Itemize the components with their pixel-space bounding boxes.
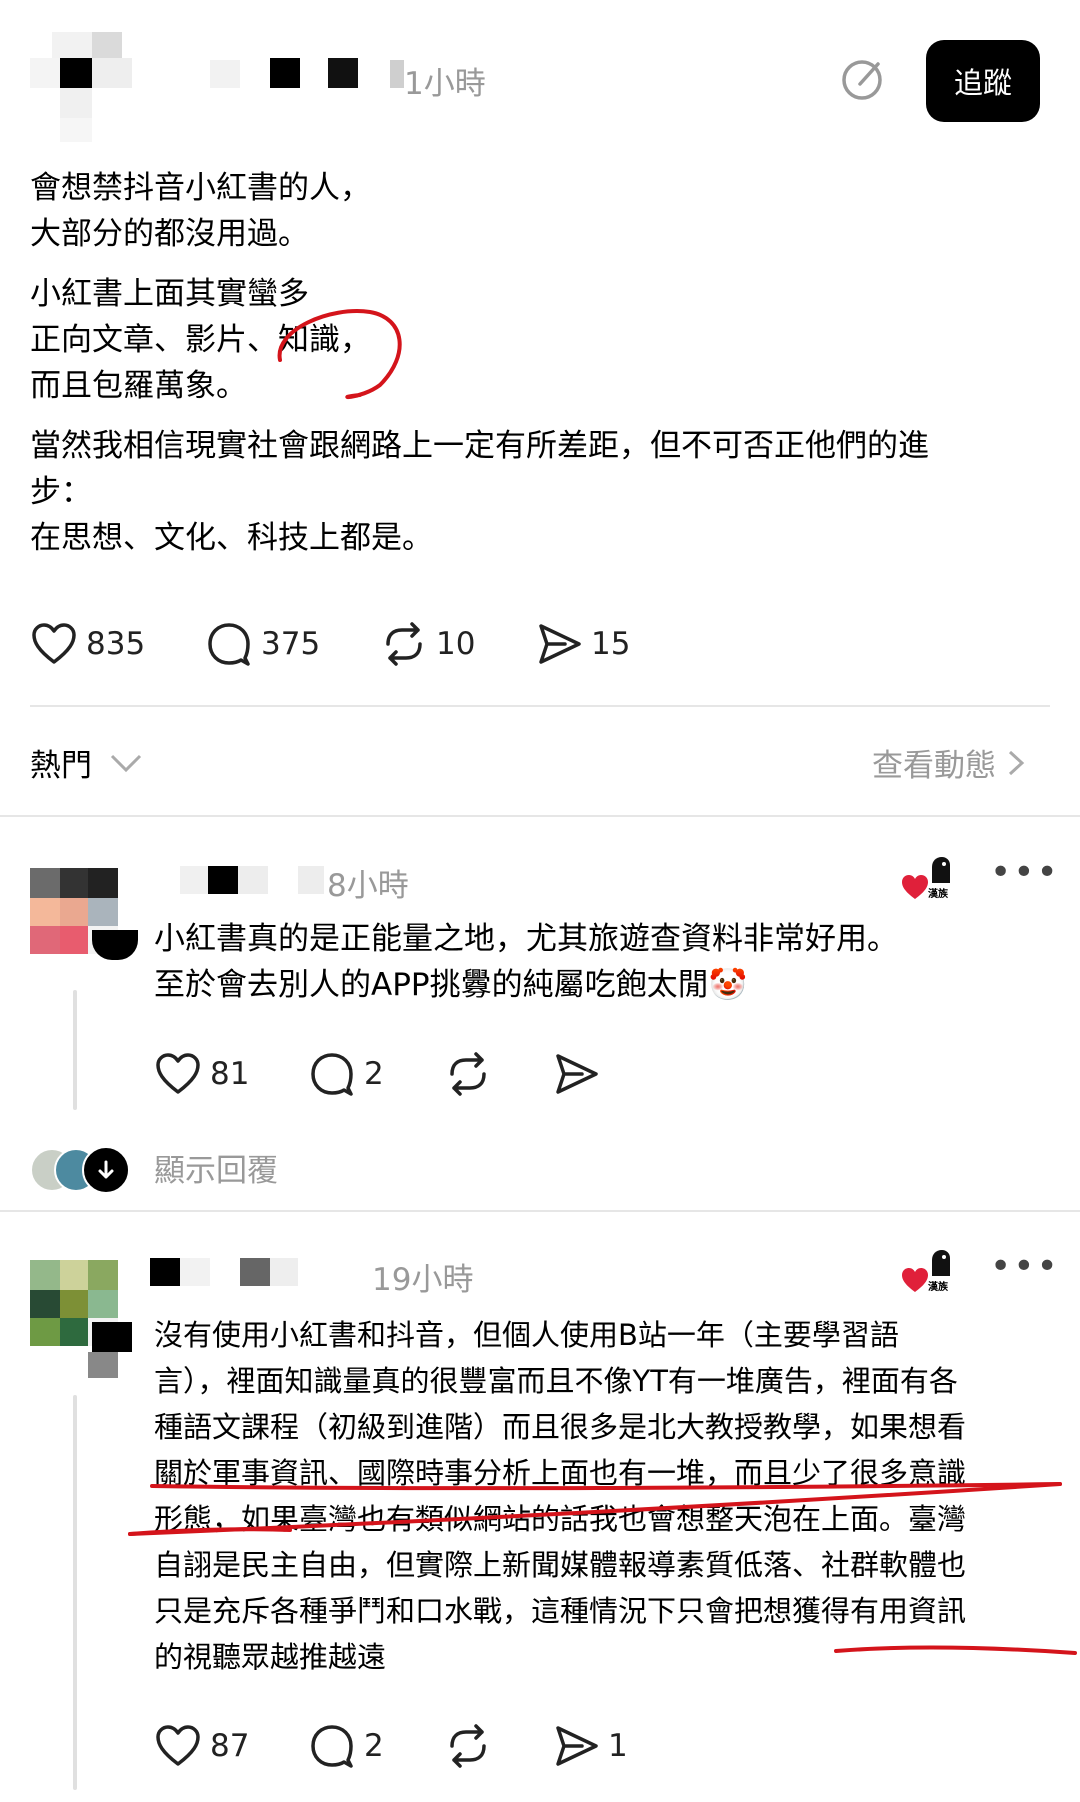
text-line: 言），裡面知識量真的很豐富而且不像YT有一堆廣告，裡面有各 — [154, 1364, 958, 1398]
show-replies-label: 顯示回覆 — [154, 1153, 278, 1189]
view-activity-label: 查看動態 — [872, 748, 996, 784]
reply1-like-action[interactable]: 81 — [154, 1050, 249, 1098]
reply-avatar-stack — [30, 1145, 130, 1194]
text-line: 小紅書真的是正能量之地，尤其旅遊查資料非常好用。 — [154, 921, 898, 957]
text-line: 而且包羅萬象。 — [30, 368, 247, 404]
edit-icon[interactable] — [840, 56, 886, 102]
main-post-avatar[interactable] — [30, 32, 150, 142]
text-line: 大部分的都沒用過。 — [30, 216, 309, 252]
sort-dropdown[interactable]: 熱門 — [30, 740, 146, 785]
reply1-share-action[interactable] — [552, 1050, 600, 1098]
comment-icon — [208, 623, 250, 666]
heart-icon — [156, 1053, 200, 1094]
like-count: 87 — [210, 1728, 250, 1764]
comment-count: 2 — [364, 1728, 384, 1764]
reply1-repost-action[interactable] — [444, 1050, 492, 1098]
repost-action[interactable]: 10 — [380, 620, 475, 668]
section-divider — [0, 815, 1080, 817]
like-count: 81 — [210, 1056, 250, 1092]
text-line: 步： — [30, 474, 92, 510]
follow-button[interactable]: 追蹤 — [926, 40, 1040, 122]
share-count: 15 — [591, 626, 631, 662]
reply1-body: 小紅書真的是正能量之地，尤其旅遊查資料非常好用。 至於會去別人的APP挑釁的純屬… — [154, 916, 1054, 1008]
reply2-more-button[interactable]: ••• — [990, 1246, 1060, 1287]
reply2-username[interactable] — [150, 1258, 300, 1288]
reply1-more-button[interactable]: ••• — [990, 852, 1060, 893]
comment-count: 2 — [364, 1056, 384, 1092]
mascot-icon — [932, 857, 950, 883]
reply2-share-action[interactable]: 1 — [552, 1722, 628, 1770]
section-divider — [0, 1210, 1080, 1212]
reply1-time: 8小時 — [327, 868, 409, 904]
view-activity-link[interactable]: 查看動態 — [872, 740, 1030, 785]
divider — [30, 705, 1050, 707]
mascot-icon — [932, 1250, 950, 1276]
share-action[interactable]: 15 — [535, 620, 630, 668]
reply2-like-action[interactable]: 87 — [154, 1722, 249, 1770]
comment-count: 375 — [261, 626, 321, 662]
repost-icon — [450, 1724, 486, 1768]
main-post-body: 會想禁抖音小紅書的人， 大部分的都沒用過。 小紅書上面其實蠻多 正向文章、影片、… — [30, 165, 1050, 561]
text-line: 只是充斥各種爭鬥和口水戰，這種情況下只會把想獲得有用資訊 — [154, 1594, 967, 1628]
red-underline-annotation — [834, 1645, 1077, 1655]
text-line: 沒有使用小紅書和抖音，但個人使用B站一年（主要學習語 — [154, 1318, 899, 1352]
heart-icon — [32, 623, 76, 664]
paragraph-1: 會想禁抖音小紅書的人， 大部分的都沒用過。 — [30, 165, 1050, 257]
like-action[interactable]: 835 — [30, 620, 145, 668]
share-count: 1 — [608, 1728, 628, 1764]
red-circle-annotation — [277, 309, 402, 400]
show-replies[interactable]: 顯示回覆 — [30, 1145, 278, 1194]
comment-icon — [311, 1725, 353, 1768]
paragraph-3: 當然我相信現實社會跟網路上一定有所差距，但不可否正他們的進 步： 在思想、文化、… — [30, 423, 1050, 561]
reply2-repost-action[interactable] — [444, 1722, 492, 1770]
like-count: 835 — [86, 626, 146, 662]
paragraph-2: 小紅書上面其實蠻多 正向文章、影片、知識， 而且包羅萬象。 — [30, 271, 1050, 409]
reply1-badge: 漢族 — [900, 855, 960, 905]
share-icon — [556, 1054, 598, 1094]
reply2-time: 19小時 — [372, 1262, 474, 1298]
text-line: 在思想、文化、科技上都是。 — [30, 520, 433, 556]
chevron-down-icon — [110, 754, 142, 772]
heart-icon — [156, 1725, 200, 1766]
text-line: 至於會去別人的APP挑釁的純屬吃飽太閒🤡 — [154, 967, 748, 1003]
reply2-comment-action[interactable]: 2 — [308, 1722, 384, 1770]
reply1-username[interactable] — [180, 866, 330, 896]
reply2-badge: 漢族 — [900, 1248, 960, 1298]
share-icon — [556, 1726, 598, 1766]
text-line: 當然我相信現實社會跟網路上一定有所差距，但不可否正他們的進 — [30, 428, 929, 464]
thread-line — [73, 1395, 77, 1790]
comment-action[interactable]: 375 — [205, 620, 320, 668]
comment-icon — [311, 1053, 353, 1096]
follow-button-label: 追蹤 — [953, 66, 1012, 100]
reply1-avatar[interactable] — [30, 868, 140, 978]
reply2-avatar[interactable] — [30, 1260, 140, 1380]
thread-line — [73, 990, 77, 1110]
repost-icon — [386, 622, 422, 666]
main-post-username[interactable] — [210, 58, 410, 90]
main-post-time: 1小時 — [404, 66, 486, 102]
sort-label: 熱門 — [30, 748, 92, 784]
chevron-right-icon — [1008, 750, 1025, 775]
text-line: 種語文課程（初級到進階）而且很多是北大教授教學，如果想看 — [154, 1410, 967, 1444]
badge-text: 漢族 — [928, 889, 948, 900]
reply1-comment-action[interactable]: 2 — [308, 1050, 384, 1098]
repost-icon — [450, 1052, 486, 1096]
text-line: 正向文章、影片、知識， — [30, 322, 371, 358]
red-underline-annotation — [128, 1482, 1062, 1536]
repost-count: 10 — [436, 626, 476, 662]
badge-text: 漢族 — [928, 1282, 948, 1293]
arrow-down-icon — [82, 1145, 130, 1194]
share-icon — [539, 624, 581, 664]
text-line: 小紅書上面其實蠻多 — [30, 276, 309, 312]
text-line: 會想禁抖音小紅書的人， — [30, 170, 371, 206]
